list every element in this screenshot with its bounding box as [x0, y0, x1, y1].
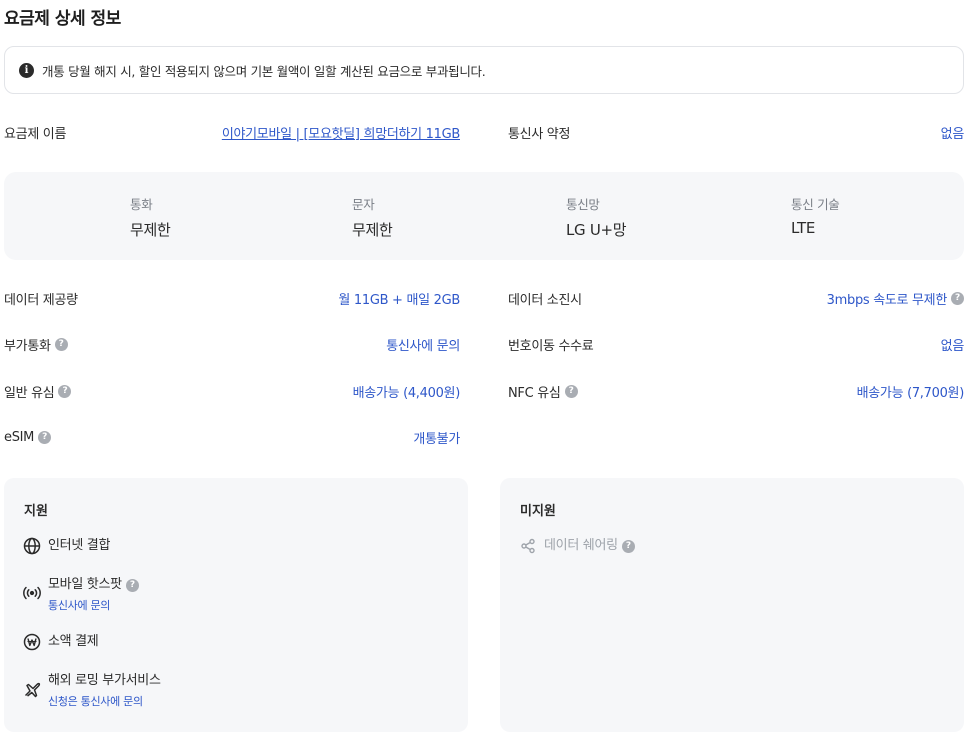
- unsupported-panel: 미지원 데이터 쉐어링 ?: [500, 478, 964, 732]
- supported-title: 지원: [24, 504, 48, 519]
- esim-label: eSIM ?: [4, 429, 52, 445]
- feature-name: 모바일 핫스팟 ?: [48, 575, 139, 595]
- data-exhausted-text: 3mbps 속도로 무제한: [826, 292, 948, 308]
- contract-value: 없음: [940, 126, 965, 142]
- plan-name-row: 요금제 이름 이야기모바일 | [모요핫딜] 희망더하기 11GB: [4, 122, 460, 142]
- help-icon[interactable]: ?: [54, 337, 68, 351]
- feature-name: 인터넷 결합: [48, 538, 111, 553]
- extra-call-row: 부가통화 ? 통신사에 문의: [4, 334, 460, 354]
- unsupported-title: 미지원: [520, 504, 556, 519]
- feature-name: 소액 결제: [48, 634, 99, 649]
- page-title: 요금제 상세 정보: [4, 9, 121, 29]
- won-icon: [22, 632, 42, 652]
- feature-name: 해외 로밍 부가서비스: [48, 673, 161, 688]
- feature-internet-bundle: 인터넷 결합: [22, 536, 110, 556]
- extra-call-value: 통신사에 문의: [386, 338, 460, 354]
- spec-label: 통화: [130, 197, 153, 212]
- feature-data-sharing: 데이터 쉐어링 ?: [518, 536, 635, 556]
- plan-name-link[interactable]: 이야기모바일 | [모요핫딜] 희망더하기 11GB: [222, 123, 460, 142]
- spec-label: 통신망: [566, 197, 600, 212]
- usim-value: 배송가능 (4,400원): [352, 385, 461, 401]
- nfc-usim-value: 배송가능 (7,700원): [856, 385, 965, 401]
- help-icon[interactable]: ?: [125, 578, 139, 592]
- usim-label: 일반 유심 ?: [4, 382, 72, 401]
- feature-name-text: 모바일 핫스팟: [48, 577, 122, 592]
- feature-name: 데이터 쉐어링 ?: [544, 536, 635, 556]
- share-icon: [518, 536, 538, 556]
- port-fee-value: 없음: [940, 338, 965, 354]
- esim-row: eSIM ? 개통불가: [4, 427, 460, 447]
- plan-name-label: 요금제 이름: [4, 126, 67, 142]
- hotspot-icon: [22, 583, 42, 603]
- port-fee-row: 번호이동 수수료 없음: [508, 334, 964, 354]
- data-exhausted-value: 3mbps 속도로 무제한 ?: [827, 289, 964, 308]
- spec-value: LG U+망: [566, 221, 627, 239]
- spec-sms: 문자 무제한: [352, 194, 393, 240]
- esim-value: 개통불가: [413, 431, 460, 447]
- notice-text: 개통 당월 해지 시, 할인 적용되지 않으며 기본 월액이 일할 계산된 요금…: [42, 63, 486, 79]
- notice-banner: i 개통 당월 해지 시, 할인 적용되지 않으며 기본 월액이 일할 계산된 …: [4, 46, 964, 94]
- nfc-usim-text: NFC 유심: [508, 385, 561, 401]
- data-allowance-row: 데이터 제공량 월 11GB + 매일 2GB: [4, 288, 460, 308]
- help-icon[interactable]: ?: [38, 430, 52, 444]
- feature-hotspot: 모바일 핫스팟 ? 통신사에 문의: [22, 575, 139, 613]
- usim-text: 일반 유심: [4, 385, 55, 401]
- usim-row: 일반 유심 ? 배송가능 (4,400원): [4, 381, 460, 401]
- data-allowance-value: 월 11GB + 매일 2GB: [338, 292, 460, 308]
- spec-value: 무제한: [130, 221, 171, 239]
- feature-sub: 신청은 통신사에 문의: [48, 695, 143, 708]
- info-icon: i: [19, 62, 34, 78]
- contract-row: 통신사 약정 없음: [508, 122, 964, 142]
- esim-text: eSIM: [4, 429, 35, 445]
- contract-label: 통신사 약정: [508, 126, 571, 142]
- spec-summary-box: 통화 무제한 문자 무제한 통신망 LG U+망 통신 기술 LTE: [4, 172, 964, 260]
- data-exhausted-row: 데이터 소진시 3mbps 속도로 무제한 ?: [508, 288, 964, 308]
- spec-value: LTE: [791, 219, 816, 237]
- spec-technology: 통신 기술 LTE: [791, 194, 840, 237]
- help-icon[interactable]: ?: [621, 539, 635, 553]
- airplane-icon: [22, 679, 42, 699]
- feature-micropayment: 소액 결제: [22, 632, 99, 652]
- spec-label: 문자: [352, 197, 375, 212]
- spec-label: 통신 기술: [791, 197, 840, 212]
- spec-value: 무제한: [352, 221, 393, 239]
- help-icon[interactable]: ?: [951, 291, 964, 305]
- help-icon[interactable]: ?: [58, 384, 72, 398]
- data-allowance-label: 데이터 제공량: [4, 292, 78, 308]
- globe-icon: [22, 536, 42, 556]
- extra-call-text: 부가통화: [4, 338, 51, 354]
- spec-network: 통신망 LG U+망: [566, 194, 627, 240]
- supported-panel: 지원 인터넷 결합 모바일 핫스팟 ? 통신사에 문의 소액 결제 해외 로밍 …: [4, 478, 468, 732]
- feature-name-text: 데이터 쉐어링: [544, 538, 618, 553]
- nfc-usim-row: NFC 유심 ? 배송가능 (7,700원): [508, 381, 964, 401]
- data-exhausted-label: 데이터 소진시: [508, 292, 582, 308]
- extra-call-label: 부가통화 ?: [4, 335, 68, 354]
- spec-call: 통화 무제한: [130, 194, 171, 240]
- feature-roaming: 해외 로밍 부가서비스 신청은 통신사에 문의: [22, 671, 161, 709]
- port-fee-label: 번호이동 수수료: [508, 338, 594, 354]
- nfc-usim-label: NFC 유심 ?: [508, 382, 578, 401]
- help-icon[interactable]: ?: [564, 384, 578, 398]
- feature-sub: 통신사에 문의: [48, 599, 111, 612]
